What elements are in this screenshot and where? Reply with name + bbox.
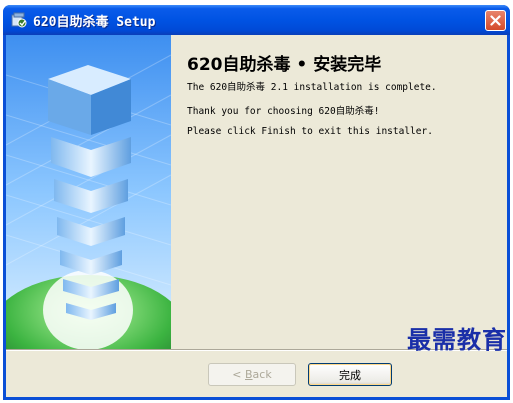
completion-message: The 620自助杀毒 2.1 installation is complete… — [187, 82, 437, 93]
exit-instruction: Please click Finish to exit this install… — [187, 126, 433, 137]
watermark-text: 最需教育 — [407, 325, 507, 354]
content-panel: 620自助杀毒 • 安装完毕 The 620自助杀毒 2.1 installat… — [171, 35, 507, 349]
finish-button[interactable]: 完成 — [308, 363, 392, 386]
thank-you-message: Thank you for choosing 620自助杀毒! — [187, 106, 380, 117]
banner-graphic — [6, 35, 171, 349]
close-icon — [490, 15, 501, 26]
back-button[interactable]: < Back — [208, 363, 296, 386]
banner-image — [6, 35, 171, 349]
page-title: 620自助杀毒 • 安装完毕 — [187, 55, 382, 75]
back-label-rest: ack — [252, 368, 272, 381]
window-title: 620自助杀毒 Setup — [33, 15, 156, 30]
close-button[interactable] — [485, 10, 506, 31]
back-label-prefix: < — [232, 368, 245, 381]
back-accelerator: B — [245, 368, 253, 381]
finish-label: 完成 — [339, 368, 361, 382]
installer-icon — [11, 12, 27, 28]
title-bar[interactable]: 620自助杀毒 Setup — [3, 5, 510, 35]
